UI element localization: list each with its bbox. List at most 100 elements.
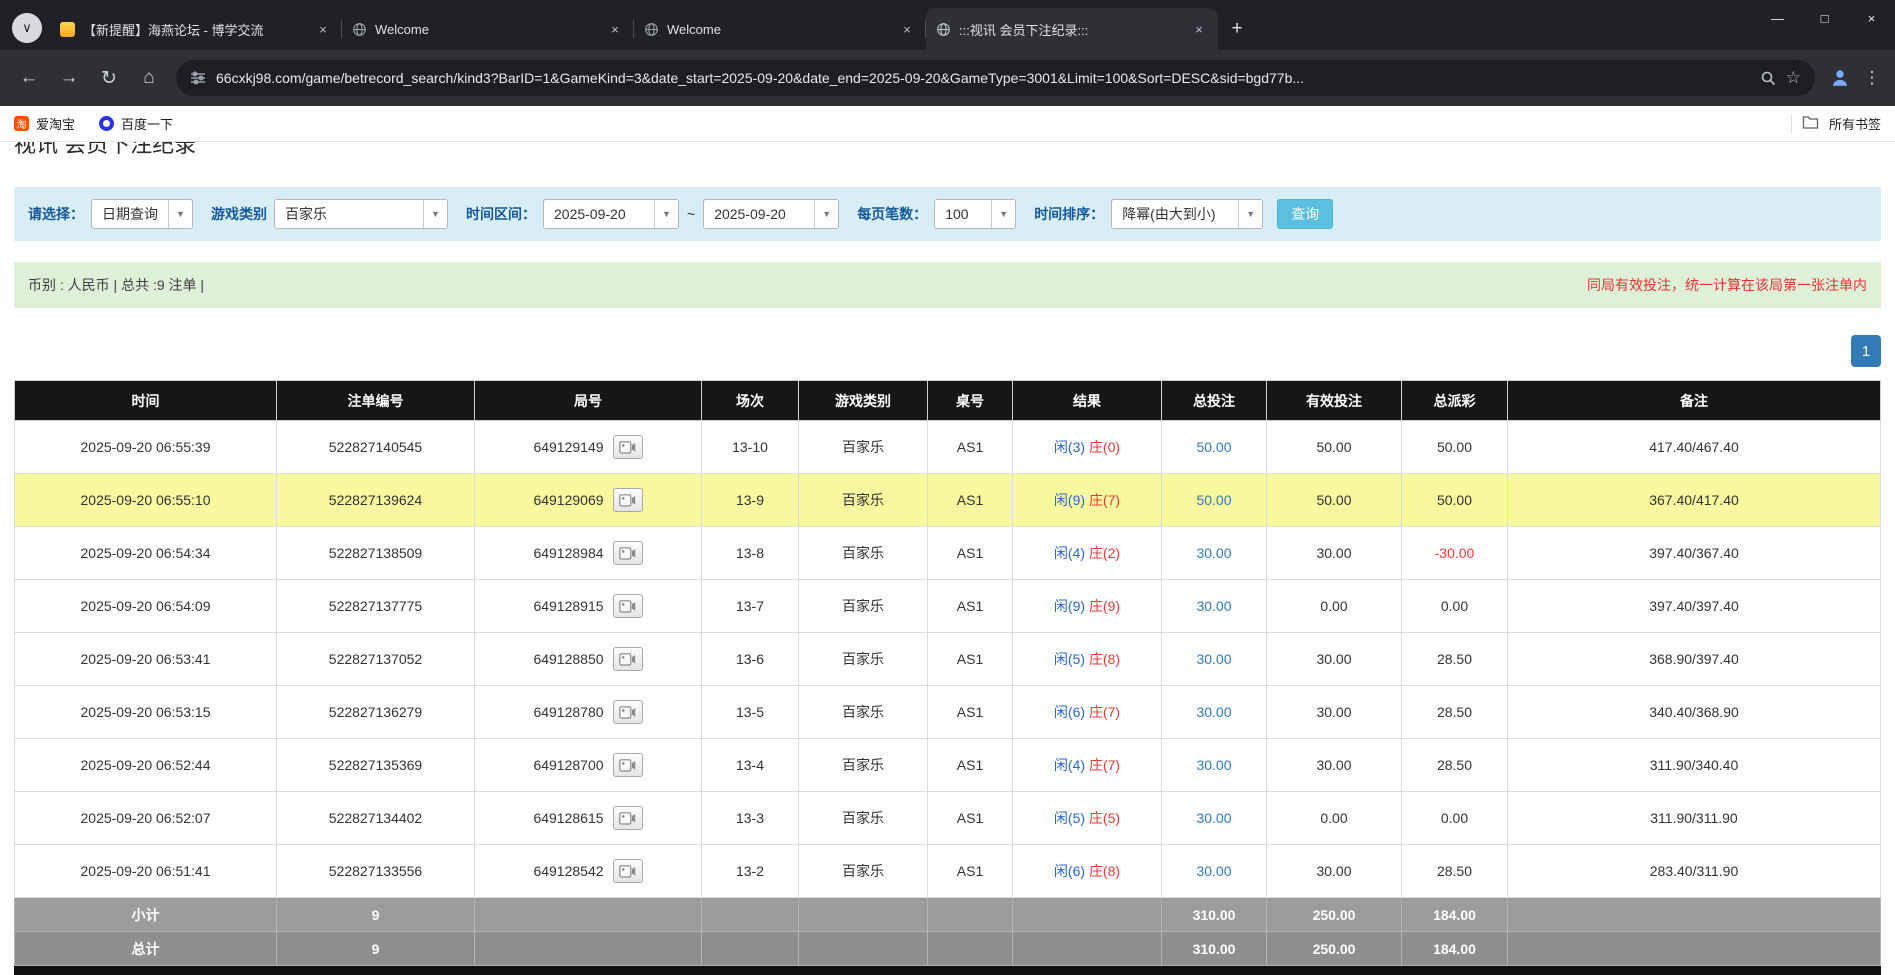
total-bet-link[interactable]: 30.00 (1196, 757, 1231, 773)
date-range-tilde: ~ (687, 206, 695, 222)
address-bar[interactable]: 66cxkj98.com/game/betrecord_search/kind3… (176, 60, 1815, 96)
chevron-down-icon[interactable]: ▼ (991, 200, 1015, 228)
total-bet-link[interactable]: 30.00 (1196, 863, 1231, 879)
round-video-button[interactable] (613, 435, 643, 459)
tab-close-icon[interactable]: × (314, 20, 332, 38)
profile-avatar-icon[interactable] (1823, 61, 1857, 95)
bookmark-baidu[interactable]: 百度一下 (99, 114, 173, 133)
cell-note: 367.40/417.40 (1508, 474, 1881, 527)
cell-bet-number: 522827137775 (277, 580, 475, 633)
url-text[interactable]: 66cxkj98.com/game/betrecord_search/kind3… (216, 70, 1750, 86)
cell-time: 2025-09-20 06:55:10 (15, 474, 277, 527)
page-1-button[interactable]: 1 (1851, 335, 1881, 367)
site-controls-icon[interactable] (190, 70, 206, 86)
per-page-label: 每页笔数： (857, 204, 927, 224)
browser-tab-forum[interactable]: 【新提醒】海燕论坛 - 博学交流 × (50, 8, 342, 50)
total-bet-link[interactable]: 30.00 (1196, 810, 1231, 826)
round-video-button[interactable] (613, 647, 643, 671)
tab-close-icon[interactable]: × (898, 20, 916, 38)
time-sort-value[interactable]: 降幂(由大到小) (1112, 200, 1238, 228)
bookmark-star-icon[interactable]: ☆ (1786, 68, 1801, 88)
cell-payout: 50.00 (1402, 474, 1508, 527)
tab-close-icon[interactable]: × (606, 20, 624, 38)
chevron-down-icon[interactable]: ▼ (423, 200, 447, 228)
chevron-down-icon[interactable]: ▼ (654, 200, 678, 228)
date-end-picker[interactable]: 2025-09-20 ▼ (703, 199, 839, 229)
cell-result: 闲(6) 庄(7) (1013, 686, 1162, 739)
query-type-value[interactable]: 日期查询 (92, 200, 168, 228)
new-tab-button[interactable]: + (1222, 14, 1252, 44)
result-pair: 闲(9) 庄(9) (1054, 598, 1120, 614)
cell-time: 2025-09-20 06:51:41 (15, 845, 277, 898)
round-video-button[interactable] (613, 806, 643, 830)
round-video-button[interactable] (613, 488, 643, 512)
cell-valid-bet: 50.00 (1267, 474, 1402, 527)
game-type-combobox[interactable]: 百家乐 ▼ (274, 199, 448, 229)
round-video-button[interactable] (613, 700, 643, 724)
refresh-button[interactable]: ↻ (90, 59, 128, 97)
minimize-button[interactable]: — (1754, 0, 1801, 36)
per-page-value[interactable]: 100 (935, 200, 991, 228)
cell-round: 649128915 (475, 580, 702, 633)
date-start-picker[interactable]: 2025-09-20 ▼ (543, 199, 679, 229)
cell-valid-bet: 30.00 (1267, 739, 1402, 792)
result-pair: 闲(9) 庄(7) (1054, 492, 1120, 508)
cell-note: 397.40/397.40 (1508, 580, 1881, 633)
cell-bet-number: 522827133556 (277, 845, 475, 898)
total-bet-link[interactable]: 30.00 (1196, 651, 1231, 667)
cell-session: 13-5 (702, 686, 799, 739)
subtotal-count: 9 (277, 898, 475, 932)
chevron-down-icon[interactable]: ▼ (814, 200, 838, 228)
empty-cell (702, 898, 799, 932)
total-bet-link[interactable]: 30.00 (1196, 598, 1231, 614)
result-player: 闲(3) (1054, 439, 1085, 455)
query-type-combobox[interactable]: 日期查询 ▼ (91, 199, 193, 229)
back-button[interactable]: ← (10, 59, 48, 97)
video-icon (619, 653, 636, 666)
cell-result: 闲(4) 庄(7) (1013, 739, 1162, 792)
bookmark-taobao[interactable]: 淘 爱淘宝 (14, 114, 75, 133)
close-window-button[interactable]: × (1848, 0, 1895, 36)
round-video-button[interactable] (613, 753, 643, 777)
cell-game-type: 百家乐 (799, 421, 928, 474)
tab-close-icon[interactable]: × (1190, 20, 1208, 38)
subtotal-label: 小计 (15, 898, 277, 932)
page-title: 视讯 会员下注纪录 (14, 142, 1881, 157)
round-video-button[interactable] (613, 859, 643, 883)
tab-search-button[interactable]: ∨ (12, 13, 42, 43)
cell-session: 13-2 (702, 845, 799, 898)
forward-button[interactable]: → (50, 59, 88, 97)
cell-note: 311.90/311.90 (1508, 792, 1881, 845)
total-bet-link[interactable]: 50.00 (1196, 492, 1231, 508)
chevron-down-icon[interactable]: ▼ (1238, 200, 1262, 228)
total-bet-link[interactable]: 30.00 (1196, 545, 1231, 561)
chevron-down-icon[interactable]: ▼ (168, 200, 192, 228)
bookmark-label: 爱淘宝 (36, 114, 75, 133)
browser-tab-welcome-2[interactable]: Welcome × (634, 8, 926, 50)
cell-game-type: 百家乐 (799, 527, 928, 580)
round-video-button[interactable] (613, 541, 643, 565)
date-end-value[interactable]: 2025-09-20 (704, 200, 814, 228)
round-video-button[interactable] (613, 594, 643, 618)
maximize-button[interactable]: □ (1801, 0, 1848, 36)
round-number: 649129149 (533, 439, 603, 455)
search-button[interactable]: 查询 (1277, 199, 1333, 229)
browser-tab-welcome-1[interactable]: Welcome × (342, 8, 634, 50)
result-pair: 闲(4) 庄(7) (1054, 757, 1120, 773)
browser-tab-bet-record-active[interactable]: :::视讯 会员下注纪录::: × (926, 8, 1218, 50)
per-page-combobox[interactable]: 100 ▼ (934, 199, 1016, 229)
date-start-value[interactable]: 2025-09-20 (544, 200, 654, 228)
empty-cell (475, 898, 702, 932)
zoom-icon[interactable] (1760, 70, 1776, 86)
all-bookmarks-label[interactable]: 所有书签 (1829, 114, 1881, 133)
browser-menu-icon[interactable]: ⋮ (1859, 61, 1885, 95)
game-type-value[interactable]: 百家乐 (275, 200, 423, 228)
total-total-bet: 310.00 (1162, 932, 1267, 966)
filter-bar: 请选择： 日期查询 ▼ 游戏类别 百家乐 ▼ 时间区间： 2025-09-20 … (14, 187, 1881, 241)
video-icon (619, 865, 636, 878)
time-sort-combobox[interactable]: 降幂(由大到小) ▼ (1111, 199, 1263, 229)
empty-cell (928, 898, 1013, 932)
total-bet-link[interactable]: 50.00 (1196, 439, 1231, 455)
total-bet-link[interactable]: 30.00 (1196, 704, 1231, 720)
home-button[interactable]: ⌂ (130, 59, 168, 97)
